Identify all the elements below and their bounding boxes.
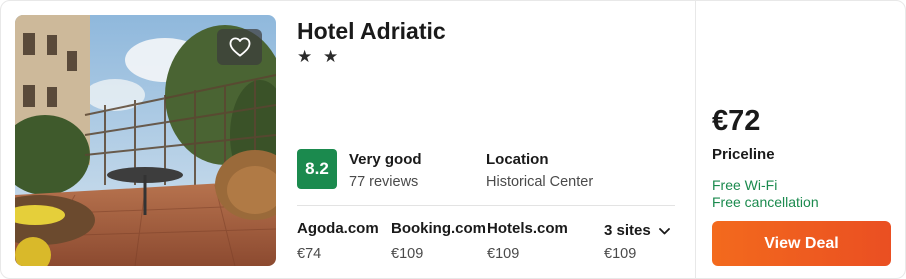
more-sites-dropdown[interactable]: 3 sites [604,222,670,239]
site-price-agoda[interactable]: Agoda.com €74 [297,220,379,262]
hotel-photo[interactable] [15,15,276,266]
site-price: €109 [487,246,520,262]
favorite-button[interactable] [217,29,262,65]
perk-free-wifi: Free Wi-Fi [712,177,778,193]
chevron-down-icon [658,222,670,239]
deal-panel: €72 Priceline Free Wi-Fi Free cancellati… [695,1,905,278]
rating-label: Very good [349,151,422,168]
site-price-hotels[interactable]: Hotels.com €109 [487,220,568,262]
review-count[interactable]: 77 reviews [349,174,418,190]
star-rating: ★ ★ [297,47,342,66]
location-value: Historical Center [486,174,594,190]
site-price: €74 [297,246,322,262]
heart-outline-icon [229,37,251,57]
location-label: Location [486,151,549,168]
hotel-result-card: Hotel Adriatic ★ ★ 8.2 Very good 77 revi… [0,0,906,279]
hotel-info: Hotel Adriatic ★ ★ 8.2 Very good 77 revi… [297,1,677,278]
deal-provider: Priceline [712,146,775,163]
site-name: Agoda.com [297,220,379,237]
site-name: Hotels.com [487,220,568,237]
more-sites-label: 3 sites [604,222,651,239]
deal-price: €72 [712,105,761,137]
perk-free-cancellation: Free cancellation [712,194,819,210]
site-price-booking[interactable]: Booking.com €109 [391,220,486,262]
view-deal-button[interactable]: View Deal [712,221,891,266]
site-name: Booking.com [391,220,487,237]
hotel-name[interactable]: Hotel Adriatic [297,18,446,45]
more-sites-price: €109 [604,246,637,262]
site-price: €109 [391,246,424,262]
divider [297,205,675,206]
rating-score-badge: 8.2 [297,149,337,189]
